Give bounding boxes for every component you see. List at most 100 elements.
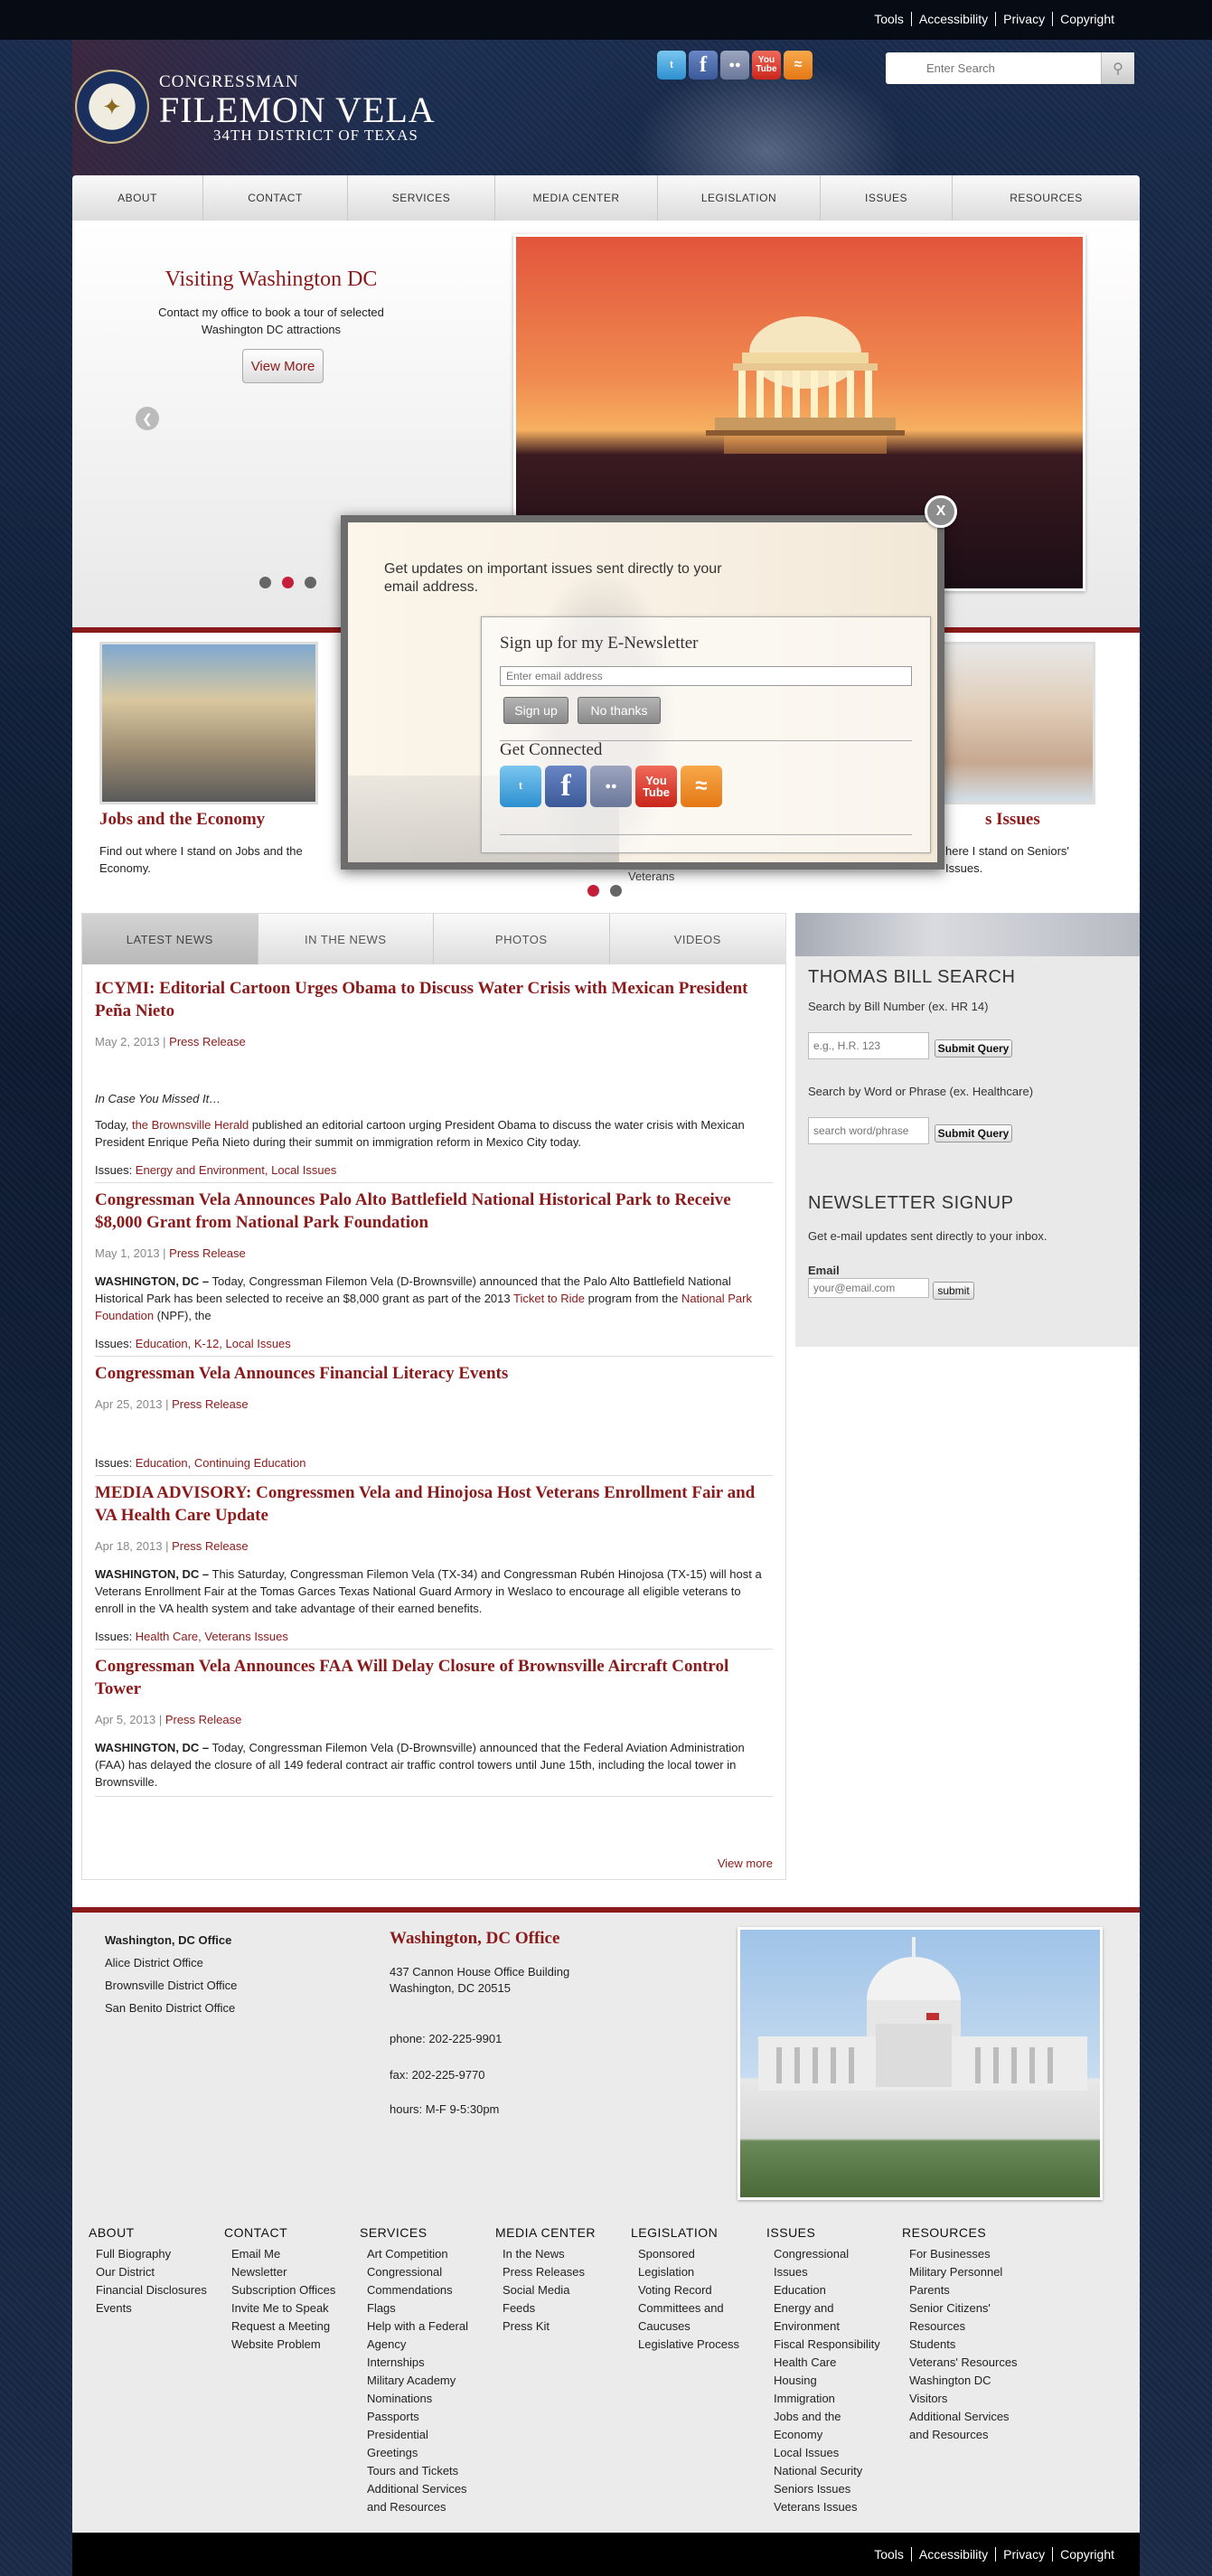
footer-link[interactable]: Our District — [96, 2263, 215, 2281]
footer-link[interactable]: Committees and Caucuses — [638, 2299, 748, 2336]
slide-dot[interactable] — [610, 885, 622, 897]
util-tools-link[interactable]: Tools — [867, 12, 912, 26]
article-type-link[interactable]: Press Release — [172, 1397, 249, 1411]
footer-link[interactable]: Seniors Issues — [774, 2480, 884, 2498]
footer-link[interactable]: Invite Me to Speak — [231, 2299, 342, 2317]
view-more-link[interactable]: View more — [718, 1857, 773, 1870]
no-thanks-button[interactable]: No thanks — [578, 697, 661, 724]
footer-link[interactable]: Events — [96, 2299, 215, 2317]
footer-link[interactable]: Parents — [909, 2281, 1019, 2299]
bill-number-input[interactable] — [808, 1032, 929, 1059]
footer-link[interactable]: Press Releases — [503, 2263, 613, 2281]
submit-query-button[interactable]: Submit Query — [935, 1039, 1012, 1058]
facebook-icon[interactable]: f — [545, 766, 587, 807]
submit-query-button[interactable]: Submit Query — [935, 1124, 1012, 1142]
footer-heading[interactable]: ABOUT — [89, 2225, 215, 2240]
footer-heading[interactable]: LEGISLATION — [631, 2225, 748, 2240]
issues-link[interactable]: Education, Continuing Education — [136, 1456, 306, 1470]
nav-resources[interactable]: RESOURCES — [953, 175, 1140, 221]
footer-link[interactable]: Additional Services and Resources — [909, 2408, 1019, 2444]
footer-heading[interactable]: MEDIA CENTER — [495, 2225, 613, 2240]
footer-link[interactable]: Jobs and the Economy — [774, 2408, 884, 2444]
article-type-link[interactable]: Press Release — [172, 1539, 249, 1553]
ticket-to-ride-link[interactable]: Ticket to Ride — [513, 1292, 585, 1305]
footer-link[interactable]: In the News — [503, 2245, 613, 2263]
footer-link[interactable]: Social Media — [503, 2281, 613, 2299]
footer-link[interactable]: Additional Services and Resources — [367, 2480, 477, 2516]
sign-up-button[interactable]: Sign up — [503, 697, 568, 724]
footer-link[interactable]: Fiscal Responsibility — [774, 2336, 884, 2354]
article-title[interactable]: Congressman Vela Announces Palo Alto Bat… — [95, 1189, 773, 1234]
footer-link[interactable]: Immigration — [774, 2390, 884, 2408]
youtube-icon[interactable]: You Tube — [635, 766, 677, 807]
footer-link[interactable]: Senior Citizens' Resources — [909, 2299, 1019, 2336]
flickr-icon[interactable]: ●● — [720, 51, 749, 80]
footer-link[interactable]: Email Me — [231, 2245, 342, 2263]
util-tools-link[interactable]: Tools — [867, 2547, 912, 2562]
office-item[interactable]: Washington, DC Office — [105, 1929, 237, 1951]
office-item[interactable]: Alice District Office — [105, 1951, 237, 1974]
youtube-icon[interactable]: You Tube — [752, 51, 781, 80]
newsletter-email-input[interactable] — [808, 1278, 929, 1298]
article-title[interactable]: Congressman Vela Announces FAA Will Dela… — [95, 1655, 773, 1700]
footer-link[interactable]: Legislative Process — [638, 2336, 748, 2354]
footer-link[interactable]: For Businesses — [909, 2245, 1019, 2263]
util-accessibility-link[interactable]: Accessibility — [912, 12, 997, 26]
footer-link[interactable]: Art Competition — [367, 2245, 477, 2263]
facebook-icon[interactable]: f — [689, 51, 718, 80]
footer-link[interactable]: Energy and Environment — [774, 2299, 884, 2336]
util-copyright-link[interactable]: Copyright — [1053, 2547, 1122, 2562]
twitter-icon[interactable]: t — [657, 51, 686, 80]
slide-dot[interactable] — [259, 577, 271, 588]
footer-link[interactable]: Education — [774, 2281, 884, 2299]
footer-link[interactable]: Financial Disclosures — [96, 2281, 215, 2299]
nav-about[interactable]: ABOUT — [72, 175, 203, 221]
footer-heading[interactable]: SERVICES — [360, 2225, 477, 2240]
slide-dot-active[interactable] — [587, 885, 599, 897]
footer-heading[interactable]: CONTACT — [224, 2225, 342, 2240]
footer-link[interactable]: Newsletter Subscription Offices — [231, 2263, 342, 2299]
view-more-button[interactable]: View More — [242, 349, 324, 383]
rss-icon[interactable]: ≈ — [784, 51, 813, 80]
tab-videos[interactable]: VIDEOS — [609, 914, 785, 964]
feature-title[interactable]: Jobs and the Economy — [99, 810, 325, 830]
house-seal-logo[interactable]: ✦ — [75, 70, 149, 144]
footer-link[interactable]: Request a Meeting — [231, 2317, 342, 2336]
footer-link[interactable]: Military Personnel — [909, 2263, 1019, 2281]
article-type-link[interactable]: Press Release — [169, 1035, 246, 1048]
bill-word-input[interactable] — [808, 1117, 929, 1144]
util-copyright-link[interactable]: Copyright — [1053, 12, 1122, 26]
slide-dot[interactable] — [305, 577, 316, 588]
footer-link[interactable]: Internships — [367, 2354, 477, 2372]
footer-link[interactable]: Health Care — [774, 2354, 884, 2372]
tab-latest-news[interactable]: LATEST NEWS — [82, 914, 258, 964]
nav-legislation[interactable]: LEGISLATION — [658, 175, 821, 221]
footer-link[interactable]: Military Academy Nominations — [367, 2372, 477, 2408]
footer-link[interactable]: Website Problem — [231, 2336, 342, 2354]
footer-link[interactable]: National Security — [774, 2462, 884, 2480]
nav-contact[interactable]: CONTACT — [203, 175, 348, 221]
close-icon[interactable]: X — [925, 495, 957, 528]
footer-link[interactable]: Help with a Federal Agency — [367, 2317, 477, 2354]
footer-link[interactable]: Students — [909, 2336, 1019, 2354]
nav-services[interactable]: SERVICES — [348, 175, 495, 221]
footer-heading[interactable]: RESOURCES — [902, 2225, 1019, 2240]
footer-link[interactable]: Congressional Commendations — [367, 2263, 477, 2299]
flickr-icon[interactable]: ●● — [590, 766, 632, 807]
popup-email-input[interactable] — [500, 666, 912, 686]
brownsville-herald-link[interactable]: the Brownsville Herald — [132, 1118, 249, 1132]
util-privacy-link[interactable]: Privacy — [996, 2547, 1054, 2562]
footer-link[interactable]: Feeds — [503, 2299, 613, 2317]
article-title[interactable]: Congressman Vela Announces Financial Lit… — [95, 1362, 773, 1385]
footer-link[interactable]: Passports — [367, 2408, 477, 2426]
slide-dot-active[interactable] — [282, 577, 294, 588]
footer-link[interactable]: Tours and Tickets — [367, 2462, 477, 2480]
footer-link[interactable]: Voting Record — [638, 2281, 748, 2299]
footer-link[interactable]: Washington DC Visitors — [909, 2372, 1019, 2408]
footer-link[interactable]: Congressional Issues — [774, 2245, 884, 2281]
chevron-left-icon[interactable]: ❮ — [136, 407, 159, 430]
brand-title[interactable]: FILEMON VELA — [159, 90, 436, 130]
footer-link[interactable]: Full Biography — [96, 2245, 215, 2263]
feature-jobs[interactable]: Jobs and the Economy Find out where I st… — [99, 642, 325, 877]
util-privacy-link[interactable]: Privacy — [996, 12, 1054, 26]
